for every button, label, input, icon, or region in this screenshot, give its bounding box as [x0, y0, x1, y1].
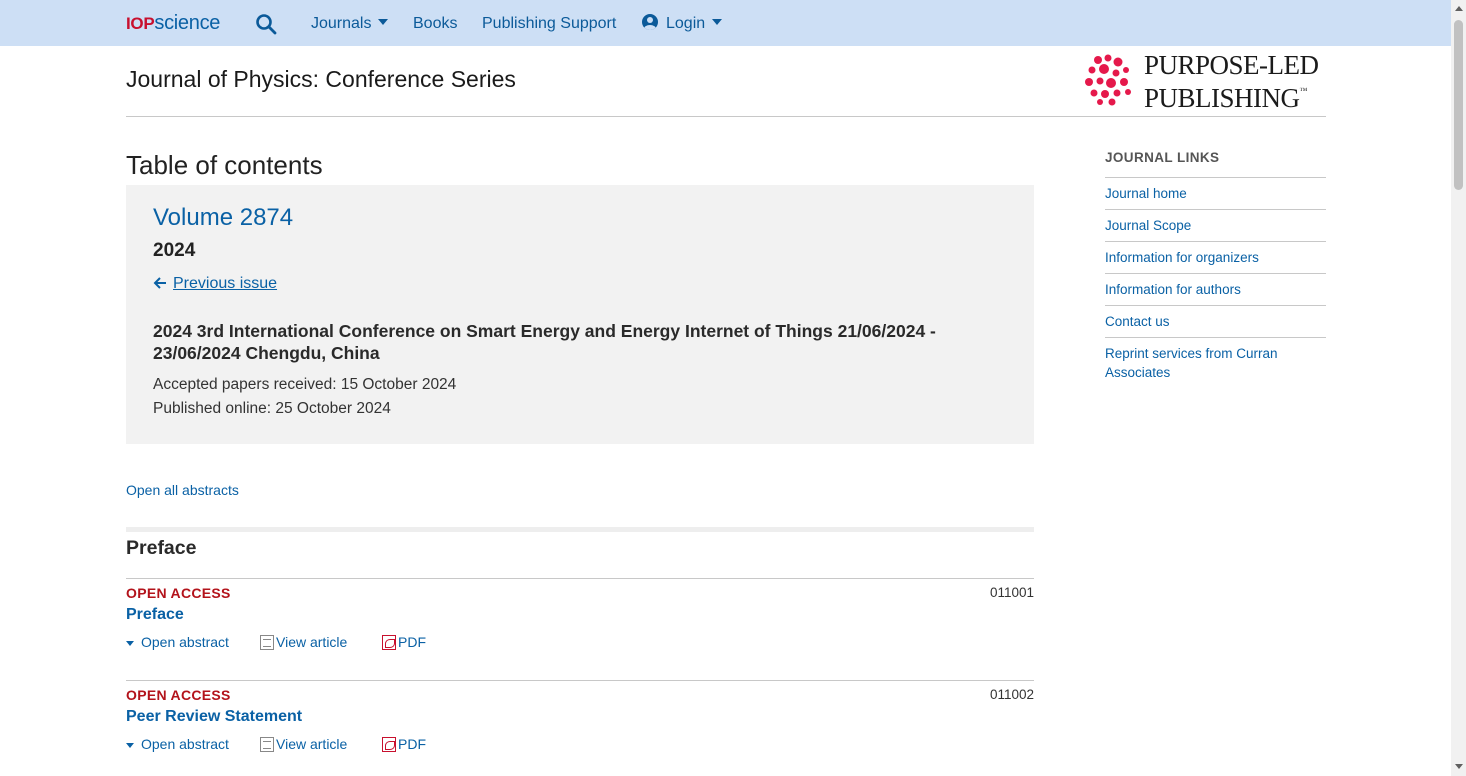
- logo-iop-text: IOP: [126, 14, 155, 33]
- top-navigation: IOPscience Journals Books Publishing Sup…: [0, 0, 1451, 46]
- article-item: OPEN ACCESS 011001 Preface Open abstract…: [126, 578, 1034, 668]
- publisher-dots-icon: [1085, 54, 1131, 106]
- open-abstract-label: Open abstract: [141, 634, 229, 650]
- open-access-badge: OPEN ACCESS: [126, 585, 231, 601]
- iopscience-logo[interactable]: IOPscience: [126, 11, 220, 36]
- document-icon: [260, 635, 274, 650]
- article-number: 011001: [989, 585, 1034, 600]
- pdf-label: PDF: [398, 634, 426, 650]
- journal-title[interactable]: Journal of Physics: Conference Series: [126, 66, 516, 93]
- pdf-label: PDF: [398, 736, 426, 752]
- nav-journals[interactable]: Journals: [311, 13, 389, 35]
- publisher-logo-line1: PURPOSE-LED: [1144, 50, 1319, 80]
- view-article-link[interactable]: View article: [260, 736, 347, 752]
- volume-title: Volume 2874: [153, 204, 294, 231]
- publisher-logo-text: PURPOSE-LED PUBLISHING™: [1144, 50, 1319, 113]
- chevron-down-icon: [712, 19, 723, 25]
- previous-issue-label: Previous issue: [173, 275, 278, 292]
- nav-login-label: Login: [666, 15, 706, 32]
- scrollbar-thumb[interactable]: [1454, 20, 1463, 190]
- section-title: Preface: [126, 537, 197, 559]
- volume-year: 2024: [153, 240, 196, 261]
- section-divider: [126, 527, 1034, 532]
- nav-publishing-support[interactable]: Publishing Support: [482, 13, 616, 35]
- pdf-link[interactable]: PDF: [382, 736, 426, 752]
- sidebar-item-journal-scope[interactable]: Journal Scope: [1105, 210, 1326, 242]
- sidebar-item-info-authors[interactable]: Information for authors: [1105, 274, 1326, 306]
- arrow-left-icon: [153, 277, 166, 289]
- open-abstract-link[interactable]: Open abstract: [126, 634, 229, 650]
- view-article-link[interactable]: View article: [260, 634, 347, 650]
- pdf-icon: [382, 635, 396, 650]
- page-scrollbar[interactable]: [1451, 0, 1466, 776]
- page-title: Table of contents: [126, 150, 323, 180]
- nav-books[interactable]: Books: [413, 13, 457, 35]
- scroll-down-arrow-icon[interactable]: [1455, 764, 1463, 769]
- volume-info-box: Volume 2874 2024 Previous issue 2024 3rd…: [126, 185, 1034, 444]
- view-article-label: View article: [276, 634, 348, 650]
- document-icon: [260, 737, 274, 752]
- trademark-mark: ™: [1299, 86, 1308, 95]
- open-abstract-link[interactable]: Open abstract: [126, 736, 229, 752]
- sidebar-item-reprint-services[interactable]: Reprint services from Curran Associates: [1105, 338, 1295, 388]
- pdf-link[interactable]: PDF: [382, 634, 426, 650]
- article-title-link[interactable]: Peer Review Statement: [126, 708, 302, 726]
- article-item: OPEN ACCESS 011002 Peer Review Statement…: [126, 680, 1034, 770]
- chevron-down-icon: [378, 19, 389, 25]
- sidebar-item-journal-home[interactable]: Journal home: [1105, 178, 1326, 210]
- chevron-down-icon: [126, 743, 134, 748]
- nav-journals-label: Journals: [311, 15, 372, 32]
- open-abstract-label: Open abstract: [141, 736, 229, 752]
- journal-links-sidebar: JOURNAL LINKS Journal home Journal Scope…: [1105, 150, 1326, 388]
- journal-links-heading: JOURNAL LINKS: [1105, 150, 1326, 178]
- user-icon: [642, 14, 658, 30]
- chevron-down-icon: [126, 641, 134, 646]
- scroll-up-arrow-icon[interactable]: [1455, 6, 1463, 11]
- open-all-abstracts-link[interactable]: Open all abstracts: [126, 482, 239, 498]
- sidebar-item-info-organizers[interactable]: Information for organizers: [1105, 242, 1326, 274]
- pdf-icon: [382, 737, 396, 752]
- published-date: Published online: 25 October 2024: [153, 400, 391, 417]
- view-article-label: View article: [276, 736, 348, 752]
- logo-science-text: science: [154, 12, 221, 34]
- article-title-link[interactable]: Preface: [126, 606, 184, 624]
- accepted-date: Accepted papers received: 15 October 202…: [153, 376, 457, 393]
- publisher-logo-line2: PUBLISHING: [1144, 83, 1300, 113]
- header-divider: [126, 116, 1326, 117]
- purpose-led-publishing-logo[interactable]: PURPOSE-LED PUBLISHING™: [1084, 52, 1326, 112]
- sidebar-item-contact-us[interactable]: Contact us: [1105, 306, 1326, 338]
- conference-title: 2024 3rd International Conference on Sma…: [153, 321, 936, 363]
- previous-issue-link[interactable]: Previous issue: [153, 275, 277, 293]
- open-access-badge: OPEN ACCESS: [126, 687, 231, 703]
- nav-login[interactable]: Login: [642, 13, 723, 35]
- article-number: 011002: [989, 687, 1034, 702]
- search-icon[interactable]: [255, 13, 277, 35]
